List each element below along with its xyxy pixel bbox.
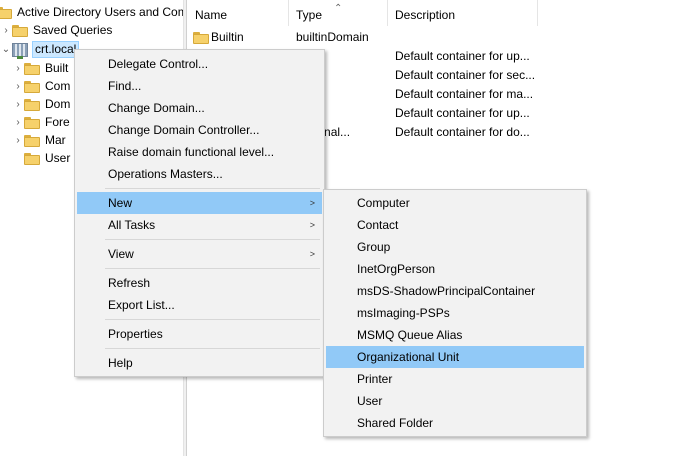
menu-item-find[interactable]: Find... bbox=[77, 75, 322, 97]
folder-icon bbox=[24, 62, 40, 75]
menu-separator bbox=[105, 268, 320, 269]
folder-icon bbox=[24, 116, 40, 129]
tree-item-label: Dom bbox=[45, 97, 71, 111]
cell-name: Builtin bbox=[211, 30, 244, 44]
menu-separator bbox=[105, 188, 320, 189]
cell-description: Default container for sec... bbox=[395, 68, 536, 82]
tree-item-label: crt.local bbox=[32, 41, 80, 58]
new-submenu[interactable]: Computer Contact Group InetOrgPerson msD… bbox=[323, 189, 587, 437]
chevron-right-icon[interactable]: › bbox=[0, 21, 12, 40]
submenu-item-group[interactable]: Group bbox=[326, 236, 584, 258]
table-row[interactable]: Builtin builtinDomain bbox=[188, 28, 695, 47]
column-header-name[interactable]: Name bbox=[188, 0, 289, 26]
cell-description: Default container for ma... bbox=[395, 87, 534, 101]
tree-item-child[interactable]: › Com bbox=[12, 77, 70, 96]
submenu-arrow-icon: > bbox=[309, 198, 315, 208]
submenu-item-msimaging-psps[interactable]: msImaging-PSPs bbox=[326, 302, 584, 324]
chevron-down-icon[interactable]: ⌄ bbox=[0, 40, 12, 59]
menu-item-export-list[interactable]: Export List... bbox=[77, 294, 322, 316]
tree-item-label: User bbox=[45, 151, 71, 165]
menu-item-delegate-control[interactable]: Delegate Control... bbox=[77, 53, 322, 75]
menu-item-properties[interactable]: Properties bbox=[77, 323, 322, 345]
chevron-right-icon[interactable]: › bbox=[12, 77, 24, 96]
menu-item-all-tasks[interactable]: All Tasks > bbox=[77, 214, 322, 236]
submenu-item-shared-folder[interactable]: Shared Folder bbox=[326, 412, 584, 434]
tree-item-child[interactable]: › Built bbox=[12, 59, 68, 78]
folder-icon bbox=[24, 152, 40, 165]
tree-item-label: Built bbox=[45, 61, 69, 75]
tree-item-label: Fore bbox=[45, 115, 70, 129]
menu-item-new[interactable]: New > bbox=[77, 192, 322, 214]
tree-root-label: Active Directory Users and Com bbox=[17, 5, 183, 19]
column-header-label: Description bbox=[395, 8, 456, 22]
tree-item-saved-queries[interactable]: › Saved Queries bbox=[0, 21, 112, 40]
column-header-description[interactable]: Description bbox=[388, 0, 538, 26]
chevron-right-icon[interactable]: › bbox=[12, 95, 24, 114]
menu-item-refresh[interactable]: Refresh bbox=[77, 272, 322, 294]
sort-arrow-icon: ⌃ bbox=[334, 3, 343, 14]
column-header-label: Type bbox=[296, 8, 323, 22]
cell-description: Default container for do... bbox=[395, 125, 530, 139]
menu-item-label: New bbox=[108, 196, 133, 210]
submenu-item-printer[interactable]: Printer bbox=[326, 368, 584, 390]
submenu-item-organizational-unit[interactable]: Organizational Unit bbox=[326, 346, 584, 368]
menu-item-change-domain-controller[interactable]: Change Domain Controller... bbox=[77, 119, 322, 141]
chevron-right-icon[interactable]: › bbox=[12, 59, 24, 78]
tree-root[interactable]: Active Directory Users and Com bbox=[0, 3, 183, 22]
menu-item-change-domain[interactable]: Change Domain... bbox=[77, 97, 322, 119]
submenu-item-user[interactable]: User bbox=[326, 390, 584, 412]
submenu-item-computer[interactable]: Computer bbox=[326, 192, 584, 214]
domain-icon bbox=[12, 42, 28, 59]
menu-item-label: View bbox=[108, 247, 134, 261]
tree-item-child[interactable]: User bbox=[12, 149, 70, 168]
menu-item-view[interactable]: View > bbox=[77, 243, 322, 265]
tree-item-domain[interactable]: ⌄ crt.local bbox=[0, 40, 80, 59]
tree-item-child[interactable]: › Mar bbox=[12, 131, 66, 150]
cell-type: builtinDomain bbox=[296, 30, 369, 44]
submenu-item-inetorgperson[interactable]: InetOrgPerson bbox=[326, 258, 584, 280]
column-header-type[interactable]: Type ⌃ bbox=[289, 0, 388, 26]
menu-separator bbox=[105, 239, 320, 240]
submenu-item-shadow-principal-container[interactable]: msDS-ShadowPrincipalContainer bbox=[326, 280, 584, 302]
folder-icon bbox=[24, 80, 40, 93]
submenu-arrow-icon: > bbox=[309, 220, 315, 230]
submenu-arrow-icon: > bbox=[309, 249, 315, 259]
chevron-right-icon[interactable]: › bbox=[12, 113, 24, 132]
menu-item-raise-functional-level[interactable]: Raise domain functional level... bbox=[77, 141, 322, 163]
menu-item-help[interactable]: Help bbox=[77, 352, 322, 374]
tree-item-label: Mar bbox=[45, 133, 66, 147]
folder-icon bbox=[0, 6, 12, 19]
cell-description: Default container for up... bbox=[395, 106, 530, 120]
column-header-label: Name bbox=[195, 8, 228, 22]
menu-separator bbox=[105, 319, 320, 320]
submenu-item-msmq-queue-alias[interactable]: MSMQ Queue Alias bbox=[326, 324, 584, 346]
menu-item-label: All Tasks bbox=[108, 218, 156, 232]
tree-item-child[interactable]: › Dom bbox=[12, 95, 70, 114]
folder-icon bbox=[193, 32, 209, 44]
menu-separator bbox=[105, 348, 320, 349]
folder-icon bbox=[24, 134, 40, 147]
folder-icon bbox=[12, 24, 28, 37]
context-menu[interactable]: Delegate Control... Find... Change Domai… bbox=[74, 49, 325, 377]
menu-item-operations-masters[interactable]: Operations Masters... bbox=[77, 163, 322, 185]
tree-item-child[interactable]: › Fore bbox=[12, 113, 70, 132]
tree-item-label: Com bbox=[45, 79, 71, 93]
chevron-right-icon[interactable]: › bbox=[12, 131, 24, 150]
folder-icon bbox=[24, 98, 40, 111]
tree-item-label: Saved Queries bbox=[33, 23, 113, 37]
submenu-item-contact[interactable]: Contact bbox=[326, 214, 584, 236]
cell-description: Default container for up... bbox=[395, 49, 530, 63]
